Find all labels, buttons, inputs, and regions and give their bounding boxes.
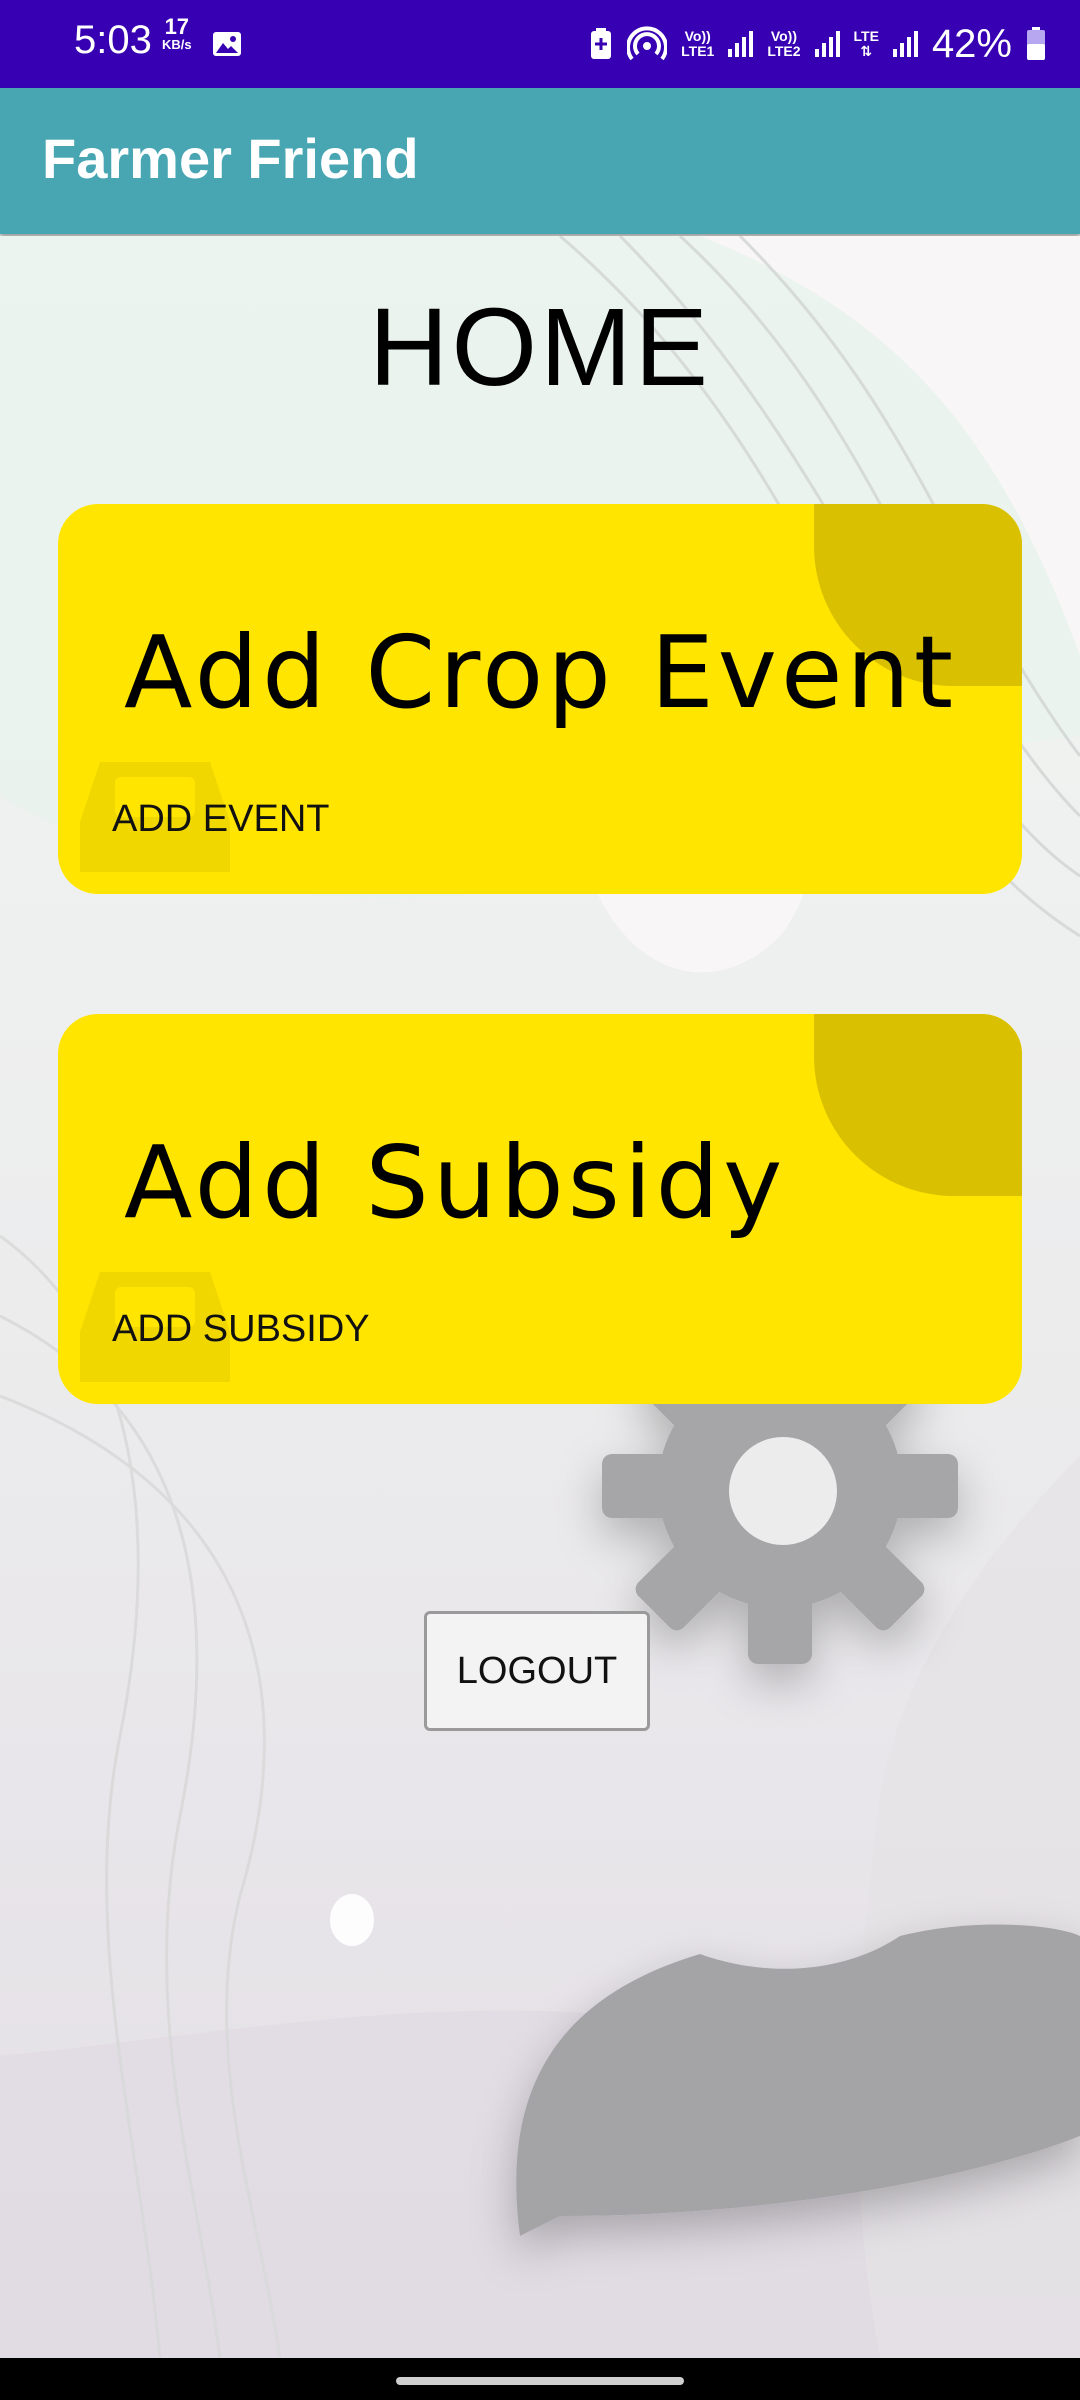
network-speed-unit: KB/s — [162, 37, 192, 52]
app-title: Farmer Friend — [42, 127, 419, 190]
hotspot-icon — [627, 26, 668, 61]
gallery-icon — [213, 32, 241, 56]
battery-percent: 42% — [931, 21, 1012, 66]
card-corner-decoration — [814, 1014, 1022, 1196]
sim1-label: Vo)) LTE1 — [681, 29, 714, 59]
data-label: LTE ⇅ — [854, 29, 879, 59]
network-speed: 17 KB/s — [162, 14, 192, 52]
signal-icon — [892, 31, 918, 57]
navigation-bar — [0, 2358, 1080, 2400]
data-lte: LTE — [853, 28, 879, 44]
add-subsidy-button[interactable]: ADD SUBSIDY — [112, 1308, 370, 1351]
add-crop-event-card[interactable]: Add Crop Event ADD EVENT — [58, 504, 1022, 894]
signal-icon — [814, 31, 840, 57]
sim2-label: Vo)) LTE2 — [767, 29, 800, 59]
app-bar: Farmer Friend — [0, 88, 1080, 234]
data-arrows-icon: ⇅ — [860, 43, 873, 59]
sim1-lte: LTE1 — [681, 43, 715, 59]
battery-icon — [1027, 27, 1045, 60]
sim2-volte: Vo)) — [770, 28, 798, 44]
signal-icon — [728, 31, 754, 57]
page-title: HOME — [369, 286, 711, 409]
add-event-button[interactable]: ADD EVENT — [112, 798, 329, 841]
add-crop-event-title: Add Crop Event — [124, 614, 958, 731]
battery-saver-icon — [591, 28, 612, 59]
home-gesture-handle[interactable] — [396, 2377, 684, 2385]
sim1-volte: Vo)) — [684, 28, 711, 44]
logout-button[interactable]: LOGOUT — [424, 1611, 650, 1731]
add-subsidy-title: Add Subsidy — [124, 1124, 787, 1241]
status-bar: 5:03 17 KB/s Vo)) LTE1 Vo)) LTE2 LTE ⇅ 4… — [0, 0, 1080, 88]
home-screen: HOME Add Crop Event ADD EVENT Add Subsid… — [0, 236, 1080, 2358]
sim2-lte: LTE2 — [767, 43, 801, 59]
network-speed-value: 17 — [164, 14, 190, 39]
add-subsidy-card[interactable]: Add Subsidy ADD SUBSIDY — [58, 1014, 1022, 1404]
status-time: 5:03 — [74, 18, 152, 62]
status-right-group: Vo)) LTE1 Vo)) LTE2 LTE ⇅ 42% — [589, 16, 1046, 72]
